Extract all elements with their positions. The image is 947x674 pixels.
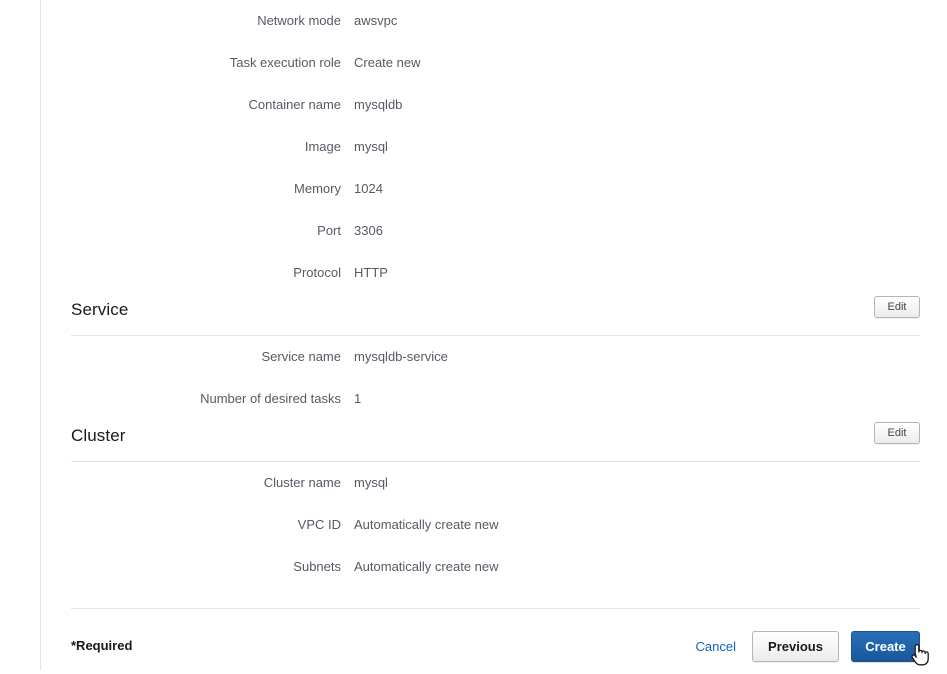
cancel-button[interactable]: Cancel <box>692 639 740 654</box>
detail-value: mysql <box>354 139 388 154</box>
page-left-gutter <box>0 0 41 670</box>
footer-divider <box>71 608 920 609</box>
detail-value: mysqldb <box>354 97 403 112</box>
detail-row-cluster-name: Cluster name mysql <box>71 462 920 504</box>
edit-cluster-button[interactable]: Edit <box>874 422 920 444</box>
detail-label: Port <box>317 223 341 238</box>
detail-value: mysqldb-service <box>354 349 448 364</box>
detail-row-subnets: Subnets Automatically create new <box>71 546 920 588</box>
detail-label: Container name <box>248 97 342 112</box>
detail-row-number-of-desired-tasks: Number of desired tasks 1 <box>71 378 920 420</box>
detail-row-service-name: Service name mysqldb-service <box>71 336 920 378</box>
detail-label: Subnets <box>293 559 341 574</box>
detail-value: 1 <box>354 391 362 406</box>
detail-row-image: Image mysql <box>71 126 920 168</box>
footer-actions: Cancel Previous Create <box>692 631 920 662</box>
detail-label: Service name <box>261 349 341 364</box>
detail-value: HTTP <box>354 265 388 280</box>
detail-row-container-name: Container name mysqldb <box>71 84 920 126</box>
detail-row-vpc-id: VPC ID Automatically create new <box>71 504 920 546</box>
edit-service-button[interactable]: Edit <box>874 296 920 318</box>
detail-value: Create new <box>354 55 421 70</box>
detail-row-protocol: Protocol HTTP <box>71 252 920 294</box>
section-header-cluster: Cluster Edit <box>71 420 920 462</box>
task-definition-details: Network mode awsvpc Task execution role … <box>71 0 920 294</box>
detail-value: Automatically create new <box>354 517 499 532</box>
detail-label: Memory <box>294 181 341 196</box>
detail-label: Network mode <box>257 13 341 28</box>
detail-row-task-execution-role: Task execution role Create new <box>71 42 920 84</box>
detail-label: VPC ID <box>297 517 341 532</box>
service-details: Service name mysqldb-service Number of d… <box>71 336 920 420</box>
section-header-service: Service Edit <box>71 294 920 336</box>
detail-value: Automatically create new <box>354 559 499 574</box>
wizard-review-page: Network mode awsvpc Task execution role … <box>42 0 947 670</box>
previous-button[interactable]: Previous <box>752 631 839 662</box>
detail-label: Cluster name <box>263 475 341 490</box>
detail-row-port: Port 3306 <box>71 210 920 252</box>
detail-value: awsvpc <box>354 13 398 28</box>
detail-label: Image <box>304 139 341 154</box>
detail-label: Task execution role <box>229 55 341 70</box>
detail-row-memory: Memory 1024 <box>71 168 920 210</box>
review-content: Network mode awsvpc Task execution role … <box>71 0 920 588</box>
create-button[interactable]: Create <box>851 631 920 662</box>
wizard-footer: *Required Cancel Previous Create <box>71 628 920 668</box>
detail-row-network-mode: Network mode awsvpc <box>71 0 920 42</box>
section-title: Service <box>71 300 129 319</box>
section-title: Cluster <box>71 426 126 445</box>
detail-value: 3306 <box>354 223 383 238</box>
detail-value: 1024 <box>354 181 383 196</box>
detail-label: Number of desired tasks <box>200 391 341 406</box>
required-note: *Required <box>71 638 133 653</box>
detail-label: Protocol <box>293 265 341 280</box>
cluster-details: Cluster name mysql VPC ID Automatically … <box>71 462 920 588</box>
detail-value: mysql <box>354 475 388 490</box>
